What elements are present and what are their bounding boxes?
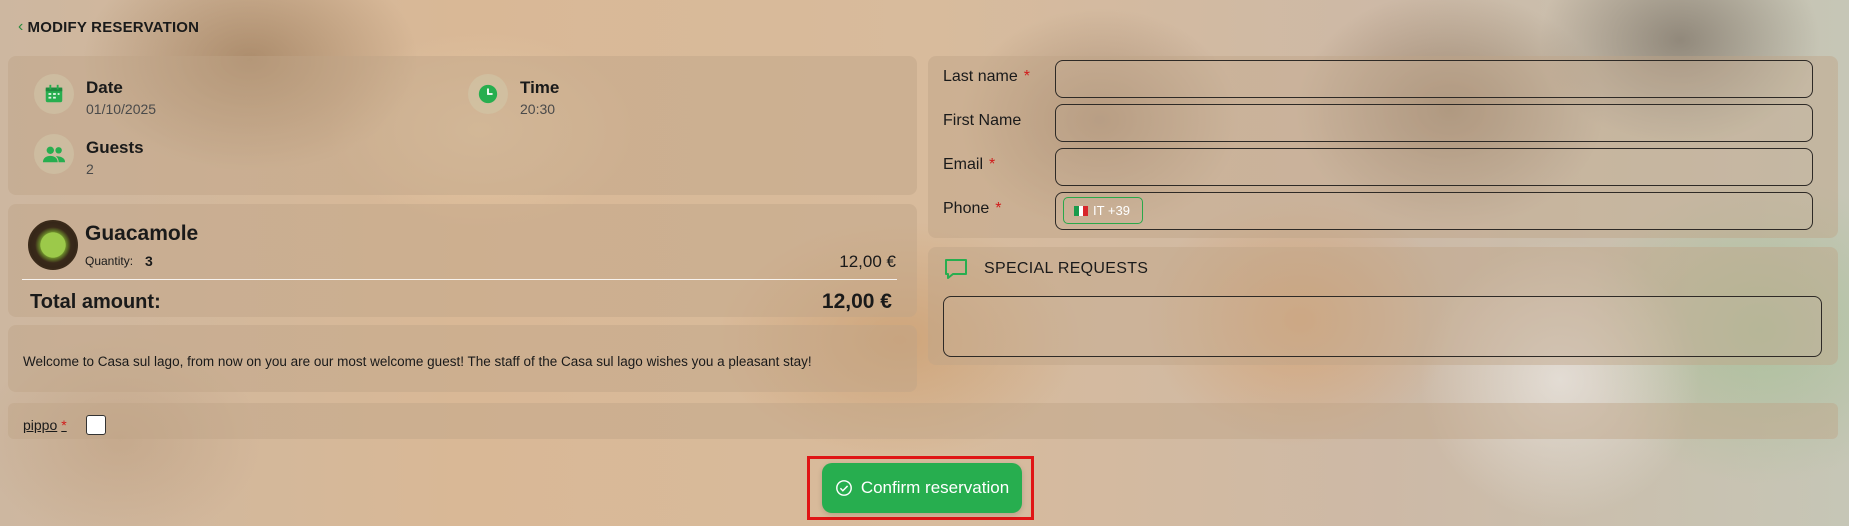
- chat-bubble-icon: [943, 257, 969, 285]
- email-label: Email *: [943, 156, 996, 173]
- total-label: Total amount:: [30, 291, 161, 313]
- dish-image: [28, 220, 78, 270]
- confirm-reservation-button[interactable]: Confirm reservation: [822, 463, 1022, 513]
- phone-label: Phone *: [943, 200, 1002, 217]
- last-name-input[interactable]: [1055, 60, 1813, 98]
- clock-icon: [468, 74, 508, 114]
- guests-value: 2: [86, 161, 94, 177]
- country-code-select[interactable]: IT +39: [1063, 197, 1143, 224]
- phone-prefix: IT +39: [1093, 203, 1130, 218]
- guests-label: Guests: [86, 138, 144, 157]
- total-value: 12,00 €: [821, 290, 892, 313]
- quantity-value: 3: [145, 253, 153, 269]
- confirm-reservation-label: Confirm reservation: [860, 478, 1010, 497]
- required-mark: *: [1023, 68, 1030, 85]
- time-value: 20:30: [520, 101, 556, 117]
- check-circle-icon: [835, 479, 853, 497]
- required-mark: *: [989, 156, 996, 173]
- consent-checkbox[interactable]: [86, 415, 106, 435]
- required-mark: *: [995, 200, 1002, 217]
- welcome-message: Welcome to Casa sul lago, from now on yo…: [23, 354, 812, 369]
- dish-name: Guacamole: [85, 222, 199, 245]
- quantity-label: Quantity:: [85, 254, 134, 268]
- date-label: Date: [86, 78, 123, 97]
- item-price: 12,00 €: [839, 252, 896, 271]
- chevron-left-icon: ‹: [18, 18, 24, 35]
- first-name-label: First Name: [943, 112, 1022, 129]
- consent-panel: [8, 403, 1838, 439]
- italy-flag-icon: [1074, 205, 1089, 216]
- required-mark: *: [61, 417, 67, 433]
- phone-input[interactable]: [1055, 192, 1813, 230]
- people-icon: [34, 134, 74, 174]
- special-requests-title: SPECIAL REQUESTS: [984, 260, 1149, 277]
- consent-label[interactable]: pippo *: [23, 417, 67, 433]
- special-requests-textarea[interactable]: [943, 296, 1822, 357]
- time-info: Time 20:30: [468, 74, 559, 117]
- order-divider: [22, 279, 897, 280]
- guests-info: Guests 2: [34, 134, 144, 177]
- calendar-icon: [34, 74, 74, 114]
- email-input[interactable]: [1055, 148, 1813, 186]
- page-title: MODIFY RESERVATION: [27, 18, 200, 36]
- back-link[interactable]: ‹ MODIFY RESERVATION: [18, 18, 199, 36]
- date-value: 01/10/2025: [86, 101, 157, 117]
- time-label: Time: [520, 78, 560, 97]
- last-name-label: Last name *: [943, 68, 1030, 85]
- first-name-input[interactable]: [1055, 104, 1813, 142]
- date-info: Date 01/10/2025: [34, 74, 156, 117]
